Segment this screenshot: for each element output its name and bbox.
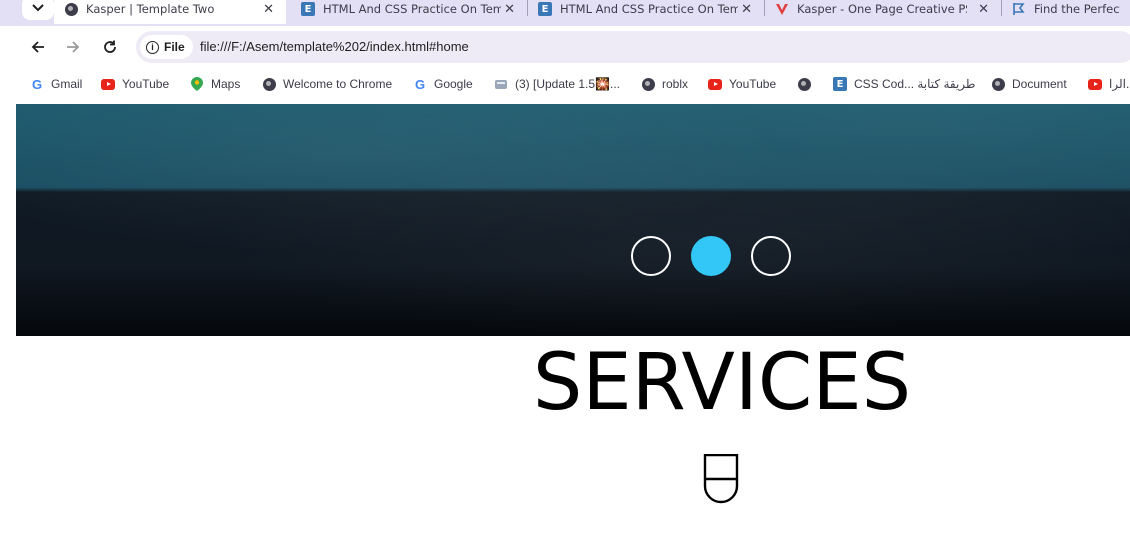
omnibox[interactable]: i File file:///F:/Asem/template%202/inde… xyxy=(136,31,1130,63)
address-toolbar: i File file:///F:/Asem/template%202/inde… xyxy=(0,26,1130,68)
reload-icon xyxy=(104,40,116,53)
e-icon: E xyxy=(301,2,315,16)
page-content: SERVICES xyxy=(0,98,1130,552)
tab-title: HTML And CSS Practice On Tem xyxy=(323,2,501,16)
bookmark-label: الرا... xyxy=(1109,77,1130,91)
bookmark-youtube[interactable]: YouTube xyxy=(101,76,169,92)
bookmark-label: CSS Cod... طريقة كتابة xyxy=(854,77,976,91)
bookmark-label: YouTube xyxy=(729,77,777,91)
url-text[interactable]: file:///F:/Asem/template%202/index.html#… xyxy=(200,39,469,54)
tab-title: HTML And CSS Practice On Tem xyxy=(560,2,738,16)
close-tab-icon[interactable]: ✕ xyxy=(504,2,515,17)
tab-title: Kasper | Template Two xyxy=(86,2,215,16)
bookmark-google[interactable]: G Google xyxy=(413,76,473,92)
slider-bullet-1[interactable] xyxy=(631,236,671,276)
bookmark-label: Document xyxy=(1012,77,1067,91)
bookmark-youtube-2[interactable]: YouTube xyxy=(708,76,776,92)
globe-icon xyxy=(641,77,655,91)
bookmark-youtube-3[interactable]: الرا... xyxy=(1088,76,1130,92)
bookmark-document[interactable]: Document xyxy=(991,76,1067,92)
close-tab-icon[interactable]: ✕ xyxy=(263,2,274,17)
tab-find-icon[interactable]: Find the Perfect Ic xyxy=(1002,0,1130,24)
bookmark-label: Welcome to Chrome xyxy=(283,77,393,91)
back-button[interactable] xyxy=(27,36,49,58)
youtube-icon xyxy=(1088,77,1102,91)
globe-icon xyxy=(991,77,1005,91)
slider-bullet-2[interactable] xyxy=(691,236,731,276)
globe-icon xyxy=(797,77,811,91)
e-icon: E xyxy=(833,77,847,91)
hero-slider xyxy=(16,104,1130,336)
bookmarks-bar: G Gmail YouTube Maps Welcome to Chrome G… xyxy=(0,68,1130,98)
bookmark-maps[interactable]: Maps xyxy=(190,76,240,92)
bookmark-label: Maps xyxy=(211,77,241,91)
tab-search-button[interactable] xyxy=(22,0,54,20)
bookmark-gmail[interactable]: G Gmail xyxy=(30,76,82,92)
arrow-right-icon xyxy=(67,41,80,53)
tab-kasper-psd[interactable]: Kasper - One Page Creative PSD ✕ xyxy=(765,0,1001,24)
flag-icon xyxy=(1012,2,1026,16)
info-icon: i xyxy=(146,40,159,54)
site-info-chip[interactable]: i File xyxy=(140,35,193,59)
youtube-icon xyxy=(101,77,115,91)
reload-button[interactable] xyxy=(99,36,121,58)
bookmark-label: Gmail xyxy=(51,77,83,91)
globe-icon xyxy=(262,77,276,91)
bookmark-roblx[interactable]: roblx xyxy=(641,76,688,92)
bookmark-update[interactable]: (3) [Update 1.5🎇... xyxy=(494,76,620,92)
close-tab-icon[interactable]: ✕ xyxy=(741,2,752,17)
roblox-icon xyxy=(494,77,508,91)
arrow-left-icon xyxy=(31,41,44,53)
bookmark-label: (3) [Update 1.5🎇... xyxy=(515,77,620,91)
tab-title: Find the Perfect Ic xyxy=(1034,2,1120,16)
forward-button[interactable] xyxy=(62,36,84,58)
tab-html-css-2[interactable]: E HTML And CSS Practice On Tem ✕ xyxy=(528,0,764,24)
tab-html-css-1[interactable]: E HTML And CSS Practice On Tem ✕ xyxy=(291,0,527,24)
tab-title: Kasper - One Page Creative PSD xyxy=(797,2,967,16)
chevron-down-icon xyxy=(32,4,44,12)
section-title: SERVICES xyxy=(532,338,912,428)
youtube-icon xyxy=(708,77,722,91)
bookmark-label: YouTube xyxy=(122,77,170,91)
close-tab-icon[interactable]: ✕ xyxy=(978,2,989,17)
bookmark-globe[interactable] xyxy=(797,76,818,92)
bookmark-label: roblx xyxy=(662,77,689,91)
slider-bullet-3[interactable] xyxy=(751,236,791,276)
google-icon: G xyxy=(414,76,426,92)
maps-icon xyxy=(190,77,204,91)
e-icon: E xyxy=(538,2,552,16)
site-info-label: File xyxy=(164,40,185,54)
google-icon: G xyxy=(31,76,43,92)
u-shape-icon xyxy=(703,454,739,504)
slider-bullets xyxy=(631,236,791,276)
v-icon xyxy=(775,2,789,16)
bookmark-label: Google xyxy=(434,77,473,91)
globe-icon xyxy=(64,2,78,16)
bookmark-css-code[interactable]: E CSS Cod... طريقة كتابة xyxy=(833,76,975,92)
tab-kasper[interactable]: Kasper | Template Two ✕ xyxy=(54,0,286,24)
tab-strip: Kasper | Template Two ✕ E HTML And CSS P… xyxy=(0,0,1130,26)
bookmark-welcome-chrome[interactable]: Welcome to Chrome xyxy=(262,76,392,92)
